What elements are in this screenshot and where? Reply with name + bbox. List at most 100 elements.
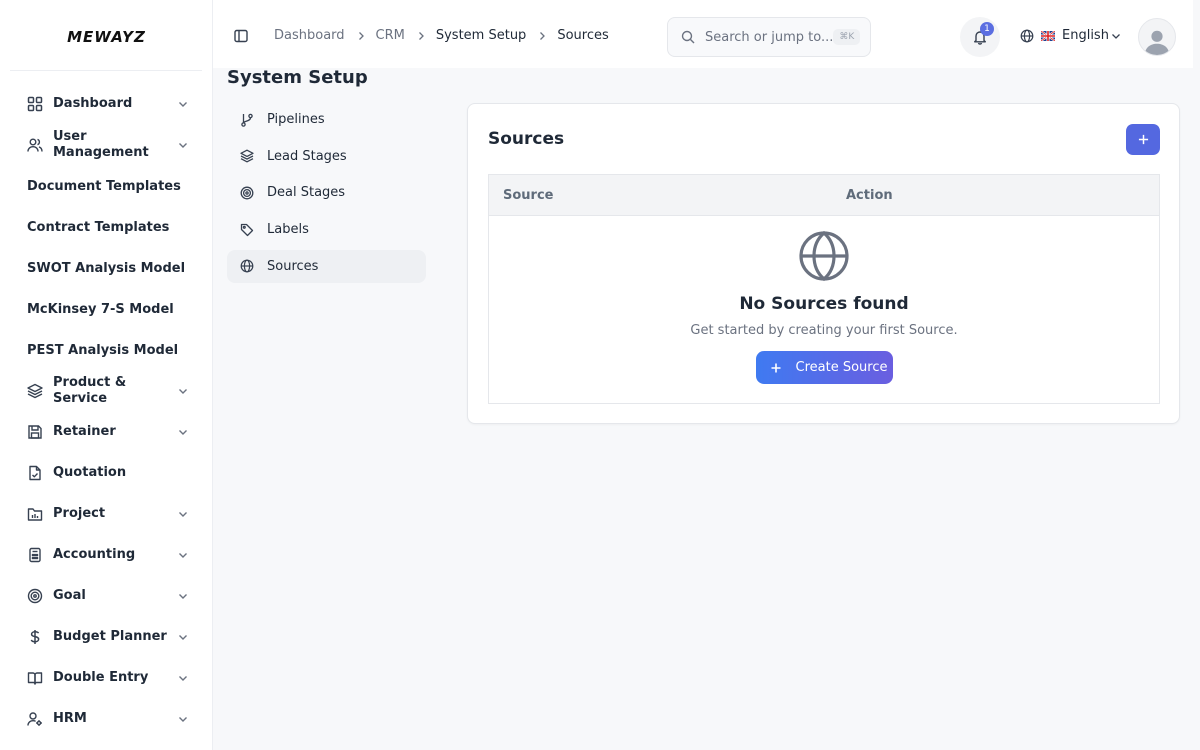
breadcrumb-system-setup[interactable]: System Setup xyxy=(436,28,526,43)
search-input[interactable]: Search or jump to... ⌘K xyxy=(667,17,871,57)
plus-icon xyxy=(770,362,782,374)
chevron-down-icon xyxy=(177,672,189,684)
breadcrumb: Dashboard CRM System Setup Sources xyxy=(274,28,609,43)
chevron-down-icon xyxy=(177,631,189,643)
sidebar-item-double-entry[interactable]: Double Entry xyxy=(0,657,213,698)
calculator-icon xyxy=(27,547,43,563)
user-cog-icon xyxy=(27,711,43,727)
avatar[interactable] xyxy=(1138,18,1176,56)
subnav-item-lead-stages[interactable]: Lead Stages xyxy=(227,140,426,173)
uk-flag-icon xyxy=(1041,30,1055,41)
chevron-down-icon xyxy=(177,426,189,438)
sidebar-item-label: User Management xyxy=(53,129,149,160)
sidebar-item-mckinsey-7s-model[interactable]: McKinsey 7-S Model xyxy=(0,289,213,330)
sidebar-item-swot-analysis-model[interactable]: SWOT Analysis Model xyxy=(0,248,213,289)
chevron-down-icon xyxy=(177,713,189,725)
sidebar-item-contract-templates[interactable]: Contract Templates xyxy=(0,207,213,248)
sidebar-item-document-templates[interactable]: Document Templates xyxy=(0,166,213,207)
chevron-down-icon xyxy=(177,139,189,151)
subnav-label: Pipelines xyxy=(267,112,325,127)
target-icon xyxy=(27,588,43,604)
page-title: System Setup xyxy=(227,67,368,88)
sources-table: Source Action No Sources found Get start… xyxy=(488,174,1160,404)
sidebar-item-label: Document Templates xyxy=(27,178,181,194)
sources-card: Sources Source Action No Sources found G… xyxy=(467,103,1180,424)
subnav-label: Lead Stages xyxy=(267,148,347,164)
plus-icon xyxy=(1138,134,1149,145)
add-source-button[interactable] xyxy=(1126,124,1160,155)
save-icon xyxy=(27,424,43,440)
sidebar-nav: Dashboard User Management Document Templ… xyxy=(0,84,213,739)
globe-icon xyxy=(798,230,850,282)
create-source-button[interactable]: Create Source xyxy=(755,351,893,384)
empty-state-subtitle: Get started by creating your first Sourc… xyxy=(690,323,958,338)
sidebar-item-label: Goal xyxy=(53,587,86,603)
sidebar-item-label: Quotation xyxy=(53,464,127,480)
layers-icon xyxy=(27,383,43,399)
sidebar-item-label: Budget Planner xyxy=(53,628,167,644)
sidebar-item-accounting[interactable]: Accounting xyxy=(0,534,213,575)
sidebar-item-label: McKinsey 7-S Model xyxy=(27,301,174,317)
sidebar-toggle-icon[interactable] xyxy=(234,29,248,43)
empty-state-title: No Sources found xyxy=(739,294,909,314)
sidebar-item-label: PEST Analysis Model xyxy=(27,342,179,358)
sidebar: MEWAYZ Dashboard User Management Documen… xyxy=(0,0,213,750)
setup-subnav: Pipelines Lead Stages Deal Stages Labels… xyxy=(227,103,426,286)
subnav-item-deal-stages[interactable]: Deal Stages xyxy=(227,176,426,209)
layers-icon xyxy=(240,149,254,163)
sidebar-item-quotation[interactable]: Quotation xyxy=(0,452,213,493)
sidebar-item-label: Contract Templates xyxy=(27,219,170,235)
tag-icon xyxy=(240,223,254,237)
sidebar-item-pest-analysis-model[interactable]: PEST Analysis Model xyxy=(0,330,213,371)
brand-logo[interactable]: MEWAYZ xyxy=(0,28,213,46)
sidebar-item-hrm[interactable]: HRM xyxy=(0,698,213,739)
table-header: Source Action xyxy=(489,175,1159,216)
chevron-right-icon xyxy=(416,31,426,41)
subnav-label: Deal Stages xyxy=(267,185,346,201)
language-label: English xyxy=(1062,28,1109,43)
book-icon xyxy=(27,670,43,686)
sidebar-item-label: HRM xyxy=(53,710,87,726)
sidebar-item-label: Project xyxy=(53,505,106,521)
sidebar-item-retainer[interactable]: Retainer xyxy=(0,411,213,452)
search-icon xyxy=(681,30,695,44)
chevron-right-icon xyxy=(537,31,547,41)
card-title: Sources xyxy=(488,129,565,149)
sidebar-item-label: Dashboard xyxy=(53,96,133,111)
subnav-item-pipelines[interactable]: Pipelines xyxy=(227,103,426,136)
file-check-icon xyxy=(27,465,43,481)
subnav-label: Sources xyxy=(267,258,319,274)
target-icon xyxy=(240,186,254,200)
globe-icon xyxy=(1020,29,1034,43)
sidebar-item-dashboard[interactable]: Dashboard xyxy=(0,84,213,124)
breadcrumb-sources: Sources xyxy=(557,28,609,43)
search-placeholder: Search or jump to... xyxy=(705,29,834,45)
subnav-item-labels[interactable]: Labels xyxy=(227,213,426,246)
sidebar-item-product-service[interactable]: Product & Service xyxy=(0,371,213,411)
sidebar-item-project[interactable]: Project xyxy=(0,493,213,534)
breadcrumb-crm[interactable]: CRM xyxy=(376,28,405,43)
globe-icon xyxy=(240,259,254,273)
chevron-down-icon xyxy=(1111,31,1121,41)
sidebar-item-label: Retainer xyxy=(53,423,116,439)
subnav-label: Labels xyxy=(267,222,309,238)
create-source-label: Create Source xyxy=(795,360,888,375)
chevron-right-icon xyxy=(356,31,366,41)
sidebar-item-goal[interactable]: Goal xyxy=(0,575,213,616)
sidebar-item-label: Accounting xyxy=(53,546,136,562)
grid-icon xyxy=(27,96,43,112)
sidebar-item-budget-planner[interactable]: Budget Planner xyxy=(0,616,213,657)
sidebar-item-label: Double Entry xyxy=(53,669,149,685)
notification-badge: 1 xyxy=(980,22,994,36)
chevron-down-icon xyxy=(177,385,189,397)
notifications-button[interactable]: 1 xyxy=(960,17,1000,57)
folder-chart-icon xyxy=(27,506,43,522)
sidebar-item-user-management[interactable]: User Management xyxy=(0,124,213,166)
breadcrumb-dashboard[interactable]: Dashboard xyxy=(274,28,345,43)
sidebar-item-label: SWOT Analysis Model xyxy=(27,260,186,276)
language-selector[interactable]: English xyxy=(1020,28,1121,43)
chevron-down-icon xyxy=(177,98,189,110)
top-header: Dashboard CRM System Setup Sources Searc… xyxy=(213,0,1193,68)
subnav-item-sources[interactable]: Sources xyxy=(227,249,426,283)
user-silhouette-icon xyxy=(1140,27,1174,55)
